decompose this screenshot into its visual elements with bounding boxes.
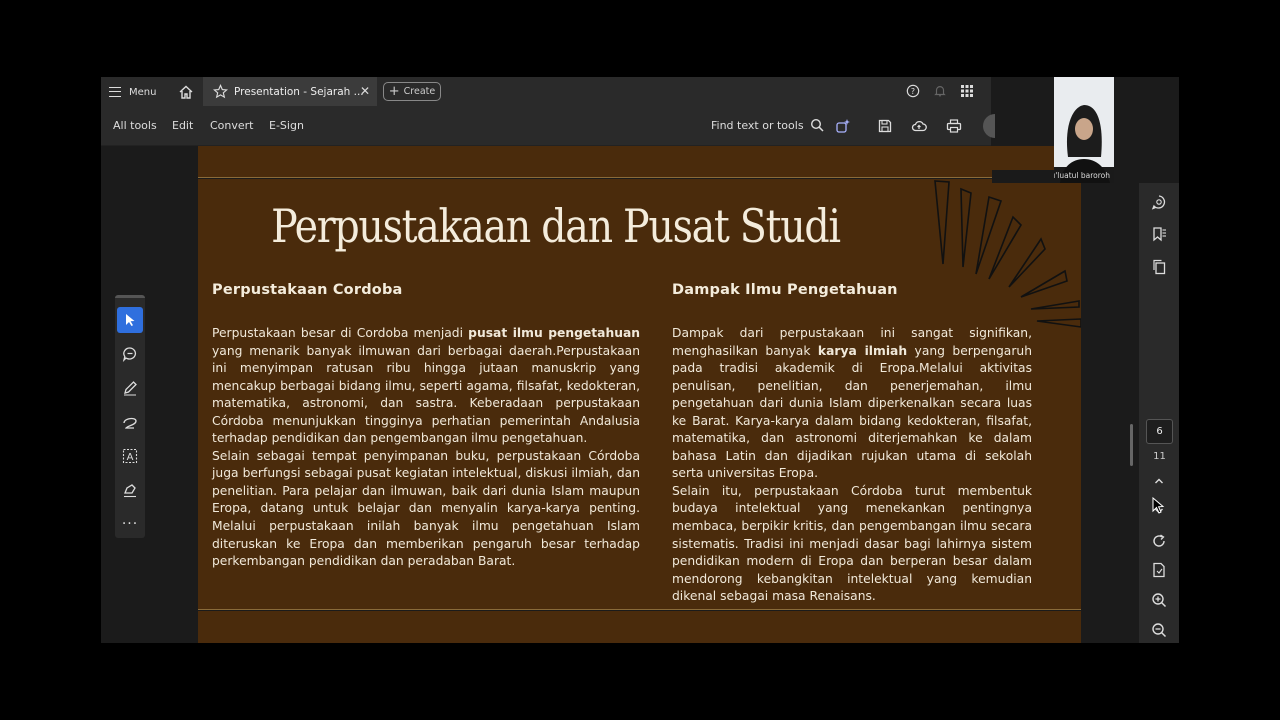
close-tab-icon[interactable]: ✕ [360,84,370,98]
search-icon [810,118,824,132]
quick-tools-panel: A ··· [115,295,145,538]
all-tools-menu[interactable]: All tools [113,119,157,132]
more-tools-icon[interactable]: ··· [117,511,143,537]
find-text-or-tools[interactable]: Find text or tools [711,118,824,132]
apps-grid-icon[interactable] [961,85,973,97]
right-paragraph-1: Dampak dari perpustakaan ini sangat sign… [672,325,1032,483]
left-column-text: Perpustakaan besar di Cordoba menjadi pu… [212,325,640,571]
rotate-icon[interactable] [1151,533,1167,549]
text-box-icon: A [122,448,138,464]
home-icon[interactable] [178,84,194,100]
comment-icon [122,347,136,362]
vertical-scrollbar[interactable] [1130,424,1133,466]
acrobat-window: Menu Presentation - Sejarah ... ✕ + Crea… [101,77,1179,643]
esign-menu[interactable]: E-Sign [269,119,304,132]
create-button[interactable]: + Create [383,82,441,101]
document-tab-title: Presentation - Sejarah ... [234,85,364,98]
right-p1-bold: karya ilmiah [817,343,908,358]
pen-icon [124,381,137,396]
right-sidebar: 6 11 [1139,183,1179,643]
plus-icon: + [388,83,400,99]
highlight-tool-button[interactable] [117,375,143,401]
webcam-strip [992,170,1054,183]
slide-title: Perpustakaan dan Pusat Studi [271,199,841,253]
zoom-in-icon[interactable] [1151,592,1167,608]
print-icon[interactable] [946,118,962,134]
left-p1-text-cont: yang menarik banyak ilmuwan dari berbaga… [212,343,640,446]
sign-tool-button[interactable] [117,477,143,503]
page-thumbnails-icon[interactable] [1151,259,1167,275]
hamburger-icon [109,87,121,97]
comment-tool-button[interactable] [117,341,143,367]
mouse-cursor-icon [1152,497,1165,514]
document-tab[interactable]: Presentation - Sejarah ... ✕ [203,77,377,106]
current-slide: Perpustakaan dan Pusat Studi Perpustakaa… [198,179,1081,610]
notification-bell-icon[interactable] [933,84,947,98]
decorative-rays-graphic [934,180,1081,328]
ai-assistant-icon[interactable] [835,118,851,134]
signature-pen-icon [124,484,136,498]
svg-text:A: A [127,452,134,463]
current-page-input[interactable]: 6 [1146,419,1173,444]
left-p1-bold: pusat ilmu pengetahuan [468,326,641,340]
participant-name: lu'luatul baroroh [1054,171,1110,180]
menu-label: Menu [129,86,157,98]
webcam-thumbnail: lu'luatul baroroh [1054,77,1114,183]
help-icon[interactable]: ? [906,84,920,98]
find-label: Find text or tools [711,118,804,132]
text-tool-button[interactable]: A [117,443,143,469]
tab-bar: Menu Presentation - Sejarah ... ✕ + Crea… [101,77,991,106]
edit-menu[interactable]: Edit [172,119,193,132]
svg-text:?: ? [911,87,915,96]
left-p1-text: Perpustakaan besar di Cordoba menjadi [212,326,469,340]
save-icon[interactable] [877,118,893,134]
cursor-arrow-icon [126,314,135,326]
bookmarks-icon[interactable] [1151,226,1167,242]
previous-slide-edge [198,146,1081,178]
zoom-out-icon[interactable] [1151,622,1167,638]
freehand-draw-icon [123,417,137,429]
right-paragraph-2: Selain itu, perpustakaan Córdoba turut m… [672,483,1032,604]
main-toolbar: All tools Edit Convert E-Sign Find text … [101,106,995,146]
left-paragraph-1: Perpustakaan besar di Cordoba menjadi pu… [212,325,640,448]
star-icon[interactable] [213,84,228,99]
create-label: Create [403,86,436,97]
ai-chat-icon[interactable] [1151,194,1167,210]
left-column-heading: Perpustakaan Cordoba [212,282,403,298]
document-canvas: Perpustakaan dan Pusat Studi Perpustakaa… [101,146,1139,643]
participant-avatar [1060,105,1110,183]
page-extract-icon[interactable] [1151,562,1167,578]
next-slide-edge [198,611,1081,643]
draw-tool-button[interactable] [117,409,143,435]
right-column-heading: Dampak Ilmu Pengetahuan [672,282,898,298]
right-p1-text-cont: yang berpengaruh pada tradisi akademik d… [672,343,1032,481]
profile-avatar[interactable] [983,114,995,138]
right-column-text: Dampak dari perpustakaan ini sangat sign… [672,325,1032,606]
left-paragraph-2: Selain sebagai tempat penyimpanan buku, … [212,448,640,569]
cloud-upload-icon[interactable] [911,118,927,134]
total-pages: 11 [1153,451,1166,462]
previous-page-chevron-icon[interactable] [1151,473,1167,489]
select-tool-button[interactable] [117,307,143,333]
menu-button[interactable]: Menu [109,83,156,101]
convert-menu[interactable]: Convert [210,119,254,132]
